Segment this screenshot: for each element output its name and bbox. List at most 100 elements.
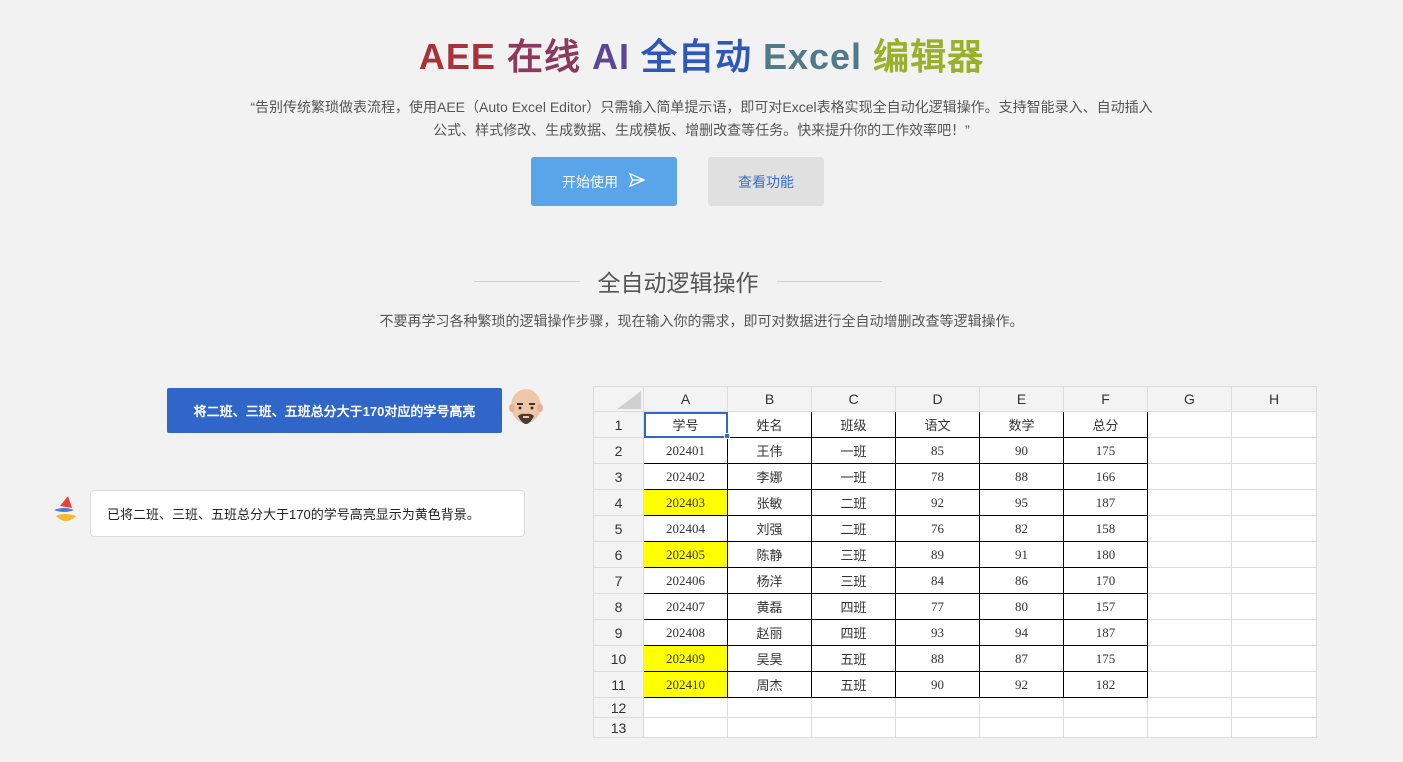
cell[interactable]: 88: [895, 645, 980, 672]
cell[interactable]: [1147, 619, 1232, 646]
cell[interactable]: 202402: [643, 463, 728, 490]
cell[interactable]: [1231, 697, 1317, 718]
cell[interactable]: 88: [979, 463, 1064, 490]
cell[interactable]: 202410: [643, 671, 728, 698]
row-header[interactable]: 2: [593, 437, 644, 464]
cell[interactable]: 89: [895, 541, 980, 568]
cell[interactable]: 三班: [811, 567, 896, 594]
cell[interactable]: 77: [895, 593, 980, 620]
cell[interactable]: 76: [895, 515, 980, 542]
cell[interactable]: 五班: [811, 645, 896, 672]
column-header[interactable]: B: [727, 386, 812, 412]
cell[interactable]: [727, 717, 812, 738]
column-header[interactable]: C: [811, 386, 896, 412]
cell[interactable]: [643, 717, 728, 738]
cell[interactable]: [727, 697, 812, 718]
cell[interactable]: 202406: [643, 567, 728, 594]
column-header[interactable]: G: [1147, 386, 1232, 412]
row-header[interactable]: 13: [593, 717, 644, 738]
cell[interactable]: 92: [979, 671, 1064, 698]
cell[interactable]: 李娜: [727, 463, 812, 490]
cell[interactable]: 吴昊: [727, 645, 812, 672]
cell[interactable]: [1231, 567, 1317, 594]
spreadsheet-grid[interactable]: A B C D E F G H 1 学号 姓名 班级 语文 数学 总分 2 202…: [593, 386, 1317, 738]
cell[interactable]: 166: [1063, 463, 1148, 490]
row-header[interactable]: 6: [593, 541, 644, 568]
cell[interactable]: [1147, 697, 1232, 718]
cell[interactable]: [1063, 717, 1148, 738]
cell[interactable]: 94: [979, 619, 1064, 646]
cell[interactable]: [1231, 515, 1317, 542]
column-header[interactable]: E: [979, 386, 1064, 412]
cell[interactable]: 杨洋: [727, 567, 812, 594]
row-header[interactable]: 7: [593, 567, 644, 594]
cell[interactable]: 170: [1063, 567, 1148, 594]
cell[interactable]: [1147, 593, 1232, 620]
cell[interactable]: 202404: [643, 515, 728, 542]
cell[interactable]: [643, 697, 728, 718]
cell[interactable]: 班级: [811, 411, 896, 438]
cell[interactable]: [1147, 463, 1232, 490]
cell[interactable]: 202403: [643, 489, 728, 516]
row-header[interactable]: 5: [593, 515, 644, 542]
column-header[interactable]: F: [1063, 386, 1148, 412]
column-header[interactable]: H: [1231, 386, 1317, 412]
cell[interactable]: [1147, 671, 1232, 698]
cell[interactable]: 202401: [643, 437, 728, 464]
cell[interactable]: [811, 717, 896, 738]
row-header[interactable]: 1: [593, 411, 644, 438]
cell[interactable]: [1231, 671, 1317, 698]
start-button[interactable]: 开始使用: [531, 157, 677, 206]
cell[interactable]: 一班: [811, 463, 896, 490]
cell[interactable]: [1231, 645, 1317, 672]
cell[interactable]: 78: [895, 463, 980, 490]
cell[interactable]: 157: [1063, 593, 1148, 620]
cell[interactable]: [1147, 411, 1232, 438]
cell[interactable]: 82: [979, 515, 1064, 542]
row-header[interactable]: 11: [593, 671, 644, 698]
cell[interactable]: 85: [895, 437, 980, 464]
column-header[interactable]: D: [895, 386, 980, 412]
cell[interactable]: 黄磊: [727, 593, 812, 620]
row-header[interactable]: 8: [593, 593, 644, 620]
cell[interactable]: 80: [979, 593, 1064, 620]
cell[interactable]: 王伟: [727, 437, 812, 464]
cell[interactable]: 202405: [643, 541, 728, 568]
cell[interactable]: 四班: [811, 593, 896, 620]
cell[interactable]: 158: [1063, 515, 1148, 542]
cell[interactable]: 202407: [643, 593, 728, 620]
cell[interactable]: 180: [1063, 541, 1148, 568]
cell[interactable]: 84: [895, 567, 980, 594]
cell[interactable]: [1147, 515, 1232, 542]
cell[interactable]: [811, 697, 896, 718]
cell[interactable]: 87: [979, 645, 1064, 672]
cell[interactable]: [1231, 489, 1317, 516]
cell[interactable]: [1063, 697, 1148, 718]
cell[interactable]: 二班: [811, 515, 896, 542]
cell[interactable]: [1231, 619, 1317, 646]
cell[interactable]: [1147, 541, 1232, 568]
cell[interactable]: 五班: [811, 671, 896, 698]
row-header[interactable]: 12: [593, 697, 644, 718]
cell[interactable]: 91: [979, 541, 1064, 568]
fill-handle[interactable]: [724, 433, 730, 439]
cell[interactable]: [1231, 717, 1317, 738]
row-header[interactable]: 9: [593, 619, 644, 646]
cell[interactable]: [1147, 489, 1232, 516]
cell[interactable]: 95: [979, 489, 1064, 516]
cell[interactable]: 175: [1063, 437, 1148, 464]
cell[interactable]: 202409: [643, 645, 728, 672]
cell[interactable]: 93: [895, 619, 980, 646]
cell[interactable]: 数学: [979, 411, 1064, 438]
cell[interactable]: 姓名: [727, 411, 812, 438]
cell[interactable]: [1231, 593, 1317, 620]
cell[interactable]: 90: [895, 671, 980, 698]
cell[interactable]: 刘强: [727, 515, 812, 542]
cell[interactable]: 周杰: [727, 671, 812, 698]
cell[interactable]: 187: [1063, 489, 1148, 516]
cell[interactable]: [1147, 437, 1232, 464]
cell[interactable]: 四班: [811, 619, 896, 646]
cell[interactable]: 二班: [811, 489, 896, 516]
features-button[interactable]: 查看功能: [708, 157, 824, 206]
cell[interactable]: 张敏: [727, 489, 812, 516]
